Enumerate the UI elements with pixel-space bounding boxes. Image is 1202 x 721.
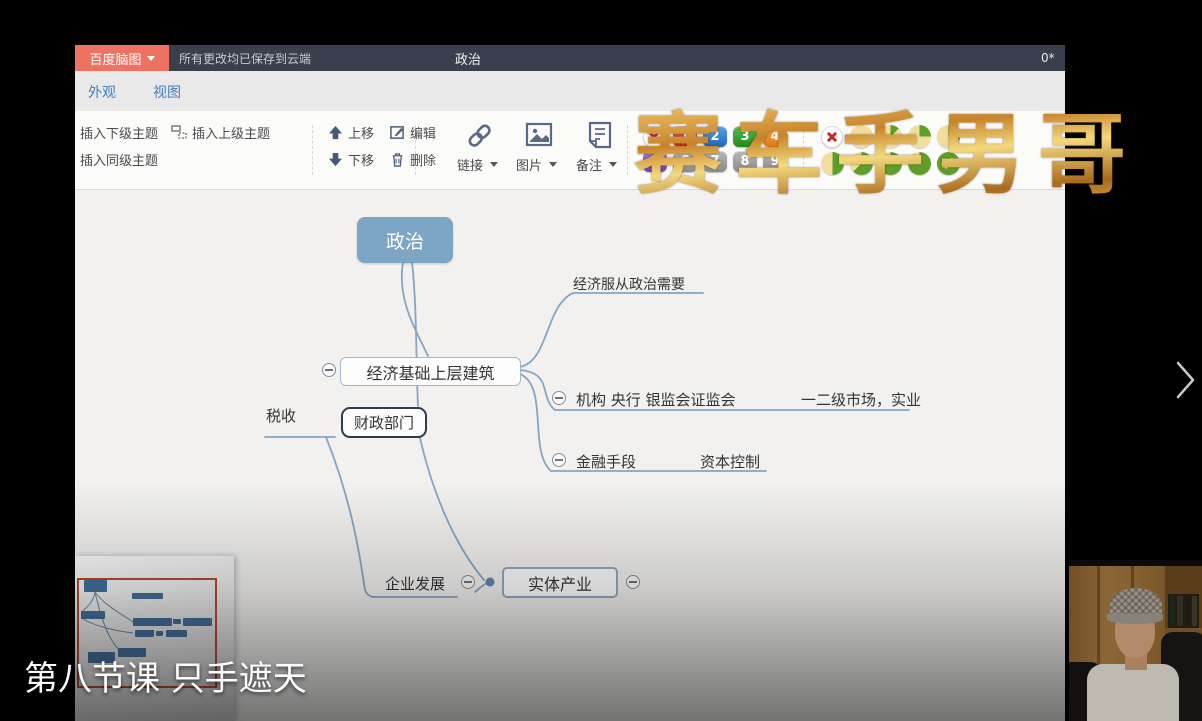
collapse-icon[interactable] [552, 391, 566, 405]
webcam-dim-overlay [1069, 566, 1202, 721]
node-finance-dept-selected[interactable]: 财政部门 [341, 407, 427, 438]
node-institutions[interactable]: 机构 央行 银监会证监会 [576, 389, 736, 410]
node-financial-means[interactable]: 金融手段 [576, 451, 636, 472]
node-markets[interactable]: 一二级市场，实业 [801, 389, 921, 410]
node-enterprise-dev[interactable]: 企业发展 [385, 573, 445, 594]
node-root-politics[interactable]: 政治 [357, 217, 453, 263]
next-arrow-icon[interactable] [1170, 352, 1200, 408]
connector-base-to-economy-serves [520, 293, 703, 367]
node-economy-serves[interactable]: 经济服从政治需要 [573, 274, 685, 294]
collapse-icon[interactable] [626, 575, 640, 589]
node-capital-control[interactable]: 资本控制 [700, 451, 760, 472]
collapse-icon[interactable] [461, 575, 475, 589]
connector-junction-dot [486, 578, 495, 587]
node-base-superstructure[interactable]: 经济基础上层建筑 [340, 357, 521, 386]
connector-finance-to-real [420, 438, 484, 580]
connector-enterprise-to-dot [475, 583, 487, 592]
mindmap-app-window: 百度脑图 所有更改均已保存到云端 政治 0* 外观 视图 插入下级主题 插入上级… [75, 45, 1065, 721]
node-tax[interactable]: 税收 [266, 405, 296, 426]
node-real-industry[interactable]: 实体产业 [502, 567, 618, 598]
collapse-icon[interactable] [552, 453, 566, 467]
video-subtitle: 第八节课 只手遮天 [24, 651, 307, 700]
collapse-icon[interactable] [322, 363, 336, 377]
webcam-overlay [1069, 560, 1202, 721]
webcam-scene [1069, 566, 1202, 721]
